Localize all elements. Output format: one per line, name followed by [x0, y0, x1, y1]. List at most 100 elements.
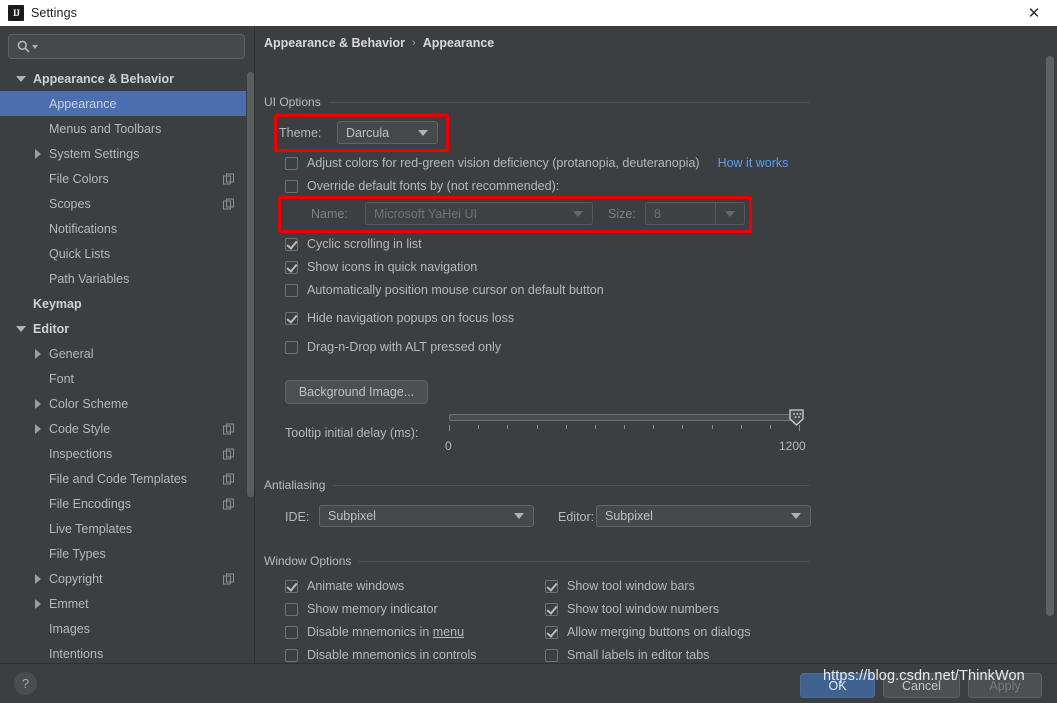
sidebar-item-label: Intentions	[49, 646, 104, 661]
window-option-checkbox[interactable]	[285, 625, 298, 639]
tooltip-delay-min-label: 0	[445, 439, 452, 453]
search-box[interactable]	[8, 34, 245, 59]
ui-option-checkbox[interactable]	[285, 237, 298, 251]
sidebar-item-label: Path Variables	[49, 271, 130, 286]
search-icon	[17, 40, 30, 53]
window-option-checkbox[interactable]	[545, 648, 558, 662]
help-icon[interactable]: ?	[14, 672, 37, 695]
window-option-checkbox[interactable]	[285, 602, 298, 616]
sidebar-item-copyright[interactable]: Copyright	[0, 566, 248, 591]
ui-option-checkbox-row[interactable]: Automatically position mouse cursor on d…	[285, 283, 604, 297]
sidebar-item-keymap[interactable]: Keymap	[0, 291, 248, 316]
copy-settings-icon[interactable]	[223, 423, 234, 434]
sidebar-item-scopes[interactable]: Scopes	[0, 191, 248, 216]
window-option-checkbox-row[interactable]: Show tool window numbers	[545, 602, 719, 616]
chevron-right-icon[interactable]	[35, 598, 41, 609]
window-option-label: Small labels in editor tabs	[567, 648, 710, 662]
group-divider-line	[359, 560, 809, 562]
sidebar-item-label: File Types	[49, 546, 106, 561]
ui-option-checkbox[interactable]	[285, 340, 298, 354]
chevron-right-icon[interactable]	[35, 423, 41, 434]
window-option-checkbox-row[interactable]: Allow merging buttons on dialogs	[545, 625, 750, 639]
ok-button[interactable]: OK	[800, 673, 875, 698]
sidebar-item-quick-lists[interactable]: Quick Lists	[0, 241, 248, 266]
close-icon[interactable]: ✕	[1011, 0, 1057, 26]
sidebar-item-images[interactable]: Images	[0, 616, 248, 641]
chevron-down-icon[interactable]	[16, 75, 26, 82]
ui-option-checkbox-row[interactable]: Hide navigation popups on focus loss	[285, 311, 514, 325]
chevron-right-icon[interactable]	[35, 573, 41, 584]
theme-combobox[interactable]: Darcula	[337, 121, 438, 144]
window-option-checkbox-row[interactable]: Animate windows	[285, 579, 404, 593]
sidebar-item-file-encodings[interactable]: File Encodings	[0, 491, 248, 516]
sidebar-item-notifications[interactable]: Notifications	[0, 216, 248, 241]
sidebar-item-code-style[interactable]: Code Style	[0, 416, 248, 441]
sidebar-item-editor[interactable]: Editor	[0, 316, 248, 341]
copy-settings-icon[interactable]	[223, 473, 234, 484]
apply-button[interactable]: Apply	[968, 673, 1042, 698]
chevron-down-icon[interactable]	[725, 210, 735, 217]
chevron-right-icon[interactable]	[35, 348, 41, 359]
ui-option-checkbox[interactable]	[285, 260, 298, 274]
tooltip-delay-slider-thumb[interactable]	[789, 409, 804, 426]
sidebar-item-file-and-code-templates[interactable]: File and Code Templates	[0, 466, 248, 491]
copy-settings-icon[interactable]	[223, 448, 234, 459]
sidebar-item-emmet[interactable]: Emmet	[0, 591, 248, 616]
sidebar-item-file-types[interactable]: File Types	[0, 541, 248, 566]
editor-antialiasing-combobox[interactable]: Subpixel	[596, 505, 811, 527]
ui-option-checkbox[interactable]	[285, 283, 298, 297]
sidebar-item-system-settings[interactable]: System Settings	[0, 141, 248, 166]
sidebar-item-menus-and-toolbars[interactable]: Menus and Toolbars	[0, 116, 248, 141]
sidebar-scrollbar-thumb[interactable]	[247, 72, 254, 497]
window-option-checkbox[interactable]	[285, 579, 298, 593]
ui-option-checkbox-row[interactable]: Drag-n-Drop with ALT pressed only	[285, 340, 501, 354]
window-option-checkbox[interactable]	[285, 648, 298, 662]
main-scrollbar-thumb[interactable]	[1046, 56, 1054, 616]
sidebar-item-label: File Encodings	[49, 496, 131, 511]
adjust-colors-checkbox-row[interactable]: Adjust colors for red-green vision defic…	[285, 156, 788, 170]
override-fonts-checkbox-row[interactable]: Override default fonts by (not recommend…	[285, 179, 559, 193]
font-size-value[interactable]: 8	[646, 207, 715, 221]
search-input[interactable]	[38, 39, 244, 54]
adjust-colors-label: Adjust colors for red-green vision defic…	[307, 156, 700, 170]
copy-settings-icon[interactable]	[223, 198, 234, 209]
chevron-right-icon[interactable]	[35, 398, 41, 409]
window-option-checkbox-row[interactable]: Disable mnemonics in controls	[285, 648, 477, 662]
how-it-works-link[interactable]: How it works	[718, 156, 789, 170]
ui-option-checkbox[interactable]	[285, 311, 298, 325]
window-option-checkbox[interactable]	[545, 579, 558, 593]
window-option-checkbox[interactable]	[545, 625, 558, 639]
font-name-combobox[interactable]: Microsoft YaHei UI	[365, 202, 593, 225]
ui-option-checkbox-row[interactable]: Cyclic scrolling in list	[285, 237, 422, 251]
chevron-down-icon[interactable]	[16, 325, 26, 332]
sidebar-item-general[interactable]: General	[0, 341, 248, 366]
override-fonts-checkbox[interactable]	[285, 179, 298, 193]
window-option-checkbox-row[interactable]: Disable mnemonics in menu	[285, 625, 464, 639]
background-image-button[interactable]: Background Image...	[285, 380, 428, 404]
sidebar-item-appearance[interactable]: Appearance	[0, 91, 248, 116]
copy-settings-icon[interactable]	[223, 573, 234, 584]
copy-settings-icon[interactable]	[223, 173, 234, 184]
ui-option-checkbox-row[interactable]: Show icons in quick navigation	[285, 260, 477, 274]
breadcrumb-parent[interactable]: Appearance & Behavior	[264, 36, 405, 50]
sidebar-item-appearance-behavior[interactable]: Appearance & Behavior	[0, 66, 248, 91]
tooltip-delay-max-label: 1200	[779, 439, 806, 453]
sidebar-item-color-scheme[interactable]: Color Scheme	[0, 391, 248, 416]
cancel-button[interactable]: Cancel	[883, 673, 960, 698]
sidebar-item-intentions[interactable]: Intentions	[0, 641, 248, 663]
window-option-checkbox-row[interactable]: Show tool window bars	[545, 579, 695, 593]
window-option-checkbox-row[interactable]: Show memory indicator	[285, 602, 438, 616]
sidebar-item-live-templates[interactable]: Live Templates	[0, 516, 248, 541]
window-option-checkbox-row[interactable]: Small labels in editor tabs	[545, 648, 709, 662]
copy-settings-icon[interactable]	[223, 498, 234, 509]
ide-antialiasing-combobox[interactable]: Subpixel	[319, 505, 534, 527]
font-size-combobox[interactable]: 8	[645, 202, 745, 225]
sidebar-item-font[interactable]: Font	[0, 366, 248, 391]
sidebar-item-inspections[interactable]: Inspections	[0, 441, 248, 466]
sidebar-item-file-colors[interactable]: File Colors	[0, 166, 248, 191]
chevron-right-icon[interactable]	[35, 148, 41, 159]
tooltip-delay-slider-track[interactable]	[449, 414, 799, 421]
sidebar-item-path-variables[interactable]: Path Variables	[0, 266, 248, 291]
window-option-checkbox[interactable]	[545, 602, 558, 616]
adjust-colors-checkbox[interactable]	[285, 156, 298, 170]
